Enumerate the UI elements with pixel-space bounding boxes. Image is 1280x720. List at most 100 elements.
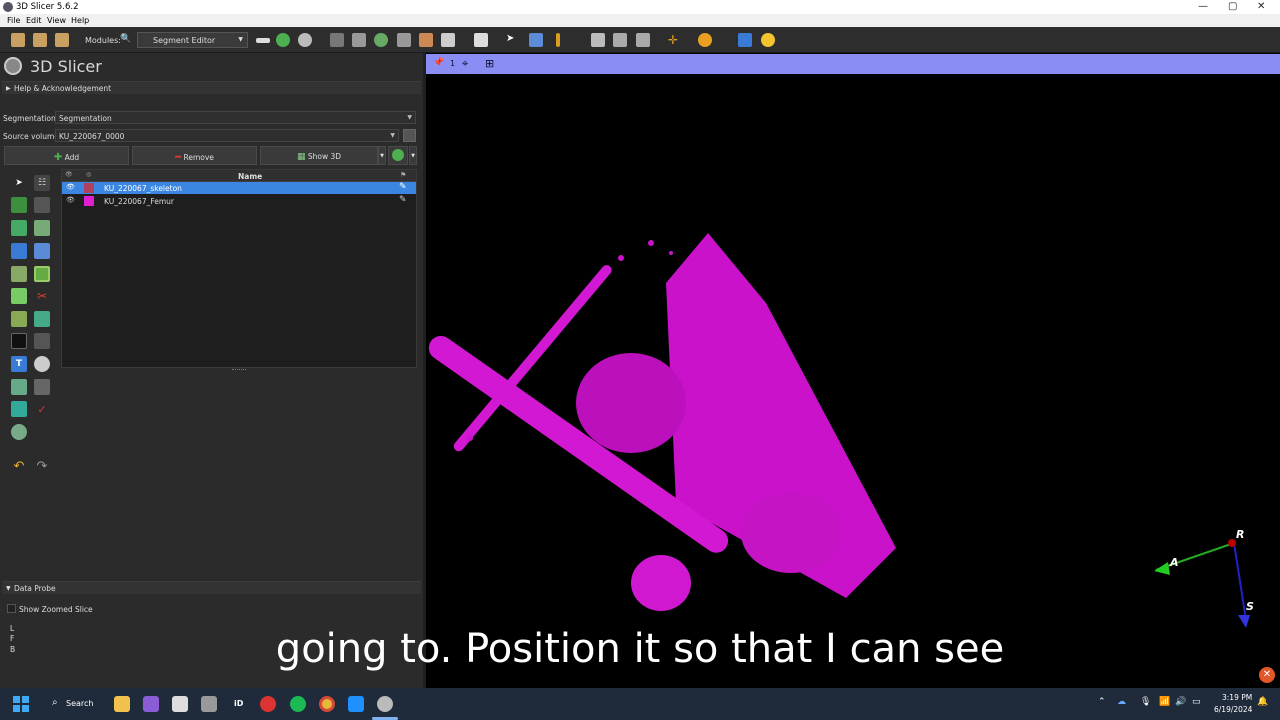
maximize-button[interactable]: ▢ <box>1228 1 1237 12</box>
clock-time[interactable]: 3:19 PM <box>1222 693 1252 702</box>
local-threshold-tool[interactable] <box>34 356 50 372</box>
slice-intersection-icon[interactable] <box>698 33 712 47</box>
eye-icon[interactable]: 👁 <box>66 196 75 204</box>
volume-options-icon[interactable] <box>403 129 416 142</box>
islands-tool[interactable] <box>11 311 27 327</box>
battery-icon[interactable]: ▭ <box>1192 697 1201 707</box>
notification-bell-icon[interactable]: 🔔 <box>1257 697 1268 707</box>
module-selector[interactable]: Segment Editor ▼ <box>137 32 248 48</box>
visibility-header-icon[interactable]: 👁 <box>65 171 73 178</box>
menu-help[interactable]: Help <box>71 16 89 25</box>
clock-date[interactable]: 6/19/2024 <box>1214 705 1252 714</box>
threshold-tool[interactable] <box>11 266 27 282</box>
back-arrow-icon[interactable] <box>276 33 290 47</box>
wifi-icon[interactable]: 📶 <box>1159 697 1170 707</box>
switch-dropdown[interactable]: ▼ <box>409 146 417 165</box>
app-icon[interactable] <box>201 696 217 712</box>
chrome-icon[interactable] <box>319 696 335 712</box>
segment-name[interactable]: KU_220067_Femur <box>104 197 174 206</box>
spotify-icon[interactable] <box>290 696 306 712</box>
pointer-icon[interactable]: ➤ <box>506 33 520 47</box>
remove-segment-button[interactable]: ━ Remove <box>132 146 257 165</box>
table-row[interactable]: 👁 KU_220067_skeleton ✎ <box>62 182 416 194</box>
draw-tool[interactable] <box>34 197 50 213</box>
clipchamp-icon[interactable] <box>143 696 159 712</box>
snipping-tool-icon[interactable] <box>172 696 188 712</box>
screenshot-icon[interactable] <box>474 33 488 47</box>
layout-icon[interactable] <box>636 33 650 47</box>
data-probe-section[interactable]: ▼ Data Probe <box>2 581 421 594</box>
forward-arrow-icon[interactable] <box>298 33 312 47</box>
fill-between-slices-tool[interactable] <box>34 243 50 259</box>
split-volume-tool[interactable] <box>11 424 27 440</box>
segment-color-swatch[interactable] <box>84 196 94 206</box>
segment-name[interactable]: KU_220067_skeleton <box>104 184 182 193</box>
windows-start-icon[interactable] <box>13 696 29 712</box>
mail-icon[interactable] <box>348 696 364 712</box>
scissors-tool-icon[interactable]: ✂ <box>34 288 50 304</box>
markups-module-icon[interactable] <box>419 33 433 47</box>
slicer-taskbar-icon[interactable] <box>377 696 393 712</box>
margin-tool[interactable] <box>34 266 50 282</box>
volumes-module-icon[interactable] <box>352 33 366 47</box>
text-tool-icon[interactable]: T <box>11 356 27 372</box>
recorder-icon[interactable] <box>260 696 276 712</box>
python-console-icon[interactable] <box>761 33 775 47</box>
extensions-icon[interactable] <box>738 33 752 47</box>
menu-view[interactable]: View <box>47 16 66 25</box>
segmentation-combo[interactable]: Segmentation ▼ <box>55 111 416 124</box>
show-3d-dropdown[interactable]: ▼ <box>378 146 386 165</box>
show-3d-button[interactable]: ▦ Show 3D <box>260 146 378 165</box>
switch-module-button[interactable] <box>388 146 408 165</box>
crosshair-icon[interactable]: ✛ <box>668 33 682 47</box>
hollow-tool[interactable] <box>11 288 27 304</box>
logical-operators-tool[interactable] <box>34 311 50 327</box>
add-segment-button[interactable]: ✚ Add <box>4 146 129 165</box>
view-reset-icon[interactable] <box>591 33 605 47</box>
pencil-icon[interactable]: ✎ <box>399 182 407 192</box>
check-tool-icon[interactable]: ✓ <box>34 401 50 417</box>
load-dicom-icon[interactable] <box>33 33 47 47</box>
smoothing-tool[interactable] <box>11 333 27 349</box>
models-module-icon[interactable] <box>374 33 388 47</box>
redo-icon[interactable]: ↷ <box>34 458 50 474</box>
place-markup-icon[interactable] <box>529 33 543 47</box>
file-explorer-icon[interactable] <box>114 696 130 712</box>
ruler-icon[interactable] <box>556 33 560 47</box>
splitter-handle[interactable] <box>232 369 246 371</box>
mask-volume-tool[interactable] <box>34 333 50 349</box>
data-module-icon[interactable] <box>330 33 344 47</box>
show-hidden-icons[interactable]: ⌃ <box>1098 697 1106 707</box>
segment-color-swatch[interactable] <box>84 183 94 193</box>
source-volume-combo[interactable]: KU_220067_0000 ▼ <box>55 129 399 142</box>
level-tracing-tool[interactable] <box>34 220 50 236</box>
3d-view[interactable]: 📌 1 ⌖ ⊞ A R S ✕ <box>426 53 1280 688</box>
save-icon[interactable] <box>55 33 69 47</box>
close-button[interactable]: ✕ <box>1257 1 1265 12</box>
capture-icon[interactable] <box>613 33 627 47</box>
menu-file[interactable]: File <box>7 16 20 25</box>
segment-options-tool[interactable]: ☷ <box>34 175 50 191</box>
grow-from-seeds-tool[interactable] <box>11 243 27 259</box>
id-app-icon[interactable]: iD <box>234 699 243 708</box>
transforms-module-icon[interactable] <box>397 33 411 47</box>
undo-icon[interactable]: ↶ <box>11 458 27 474</box>
taskbar-search[interactable]: ⌕ Search <box>44 696 102 712</box>
help-acknowledgement-section[interactable]: ▶ Help & Acknowledgement <box>2 81 421 94</box>
erase-tool[interactable] <box>11 220 27 236</box>
surface-cut-tool[interactable] <box>34 379 50 395</box>
no-editing-tool[interactable]: ➤ <box>11 175 27 191</box>
paint-tool[interactable] <box>11 197 27 213</box>
wrap-solidify-tool[interactable] <box>11 379 27 395</box>
table-row[interactable]: 👁 KU_220067_Femur ✎ <box>62 195 416 207</box>
eye-icon[interactable]: 👁 <box>66 183 75 191</box>
module-search-icon[interactable]: 🔍 <box>120 34 131 44</box>
segment-editor-module-icon[interactable] <box>441 33 455 47</box>
menu-edit[interactable]: Edit <box>26 16 42 25</box>
panel-splitter[interactable] <box>423 53 426 688</box>
3d-render[interactable]: A R S <box>426 53 1280 688</box>
engrave-tool[interactable] <box>11 401 27 417</box>
module-history-icon[interactable] <box>256 38 270 43</box>
microphone-icon[interactable]: 🎙 <box>1140 697 1151 707</box>
minimize-button[interactable]: — <box>1198 1 1208 12</box>
